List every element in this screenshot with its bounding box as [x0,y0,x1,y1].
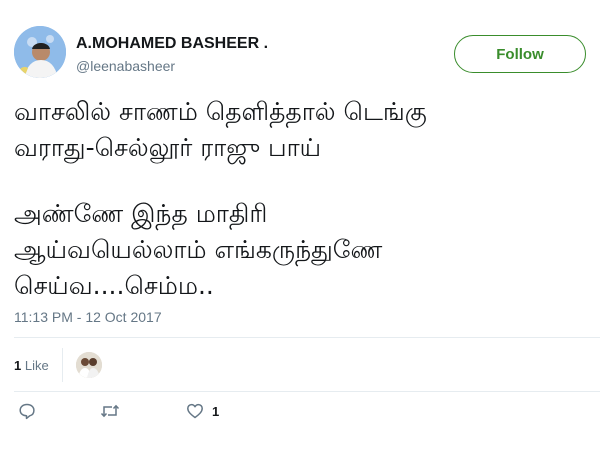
like-button[interactable]: 1 [186,402,219,420]
retweet-button[interactable] [100,402,120,420]
likes-stat[interactable]: 1 Like [14,358,49,373]
tweet-text-line: செய்வ....செம்ம.. [14,271,214,300]
author-handle[interactable]: @leenabasheer [76,58,175,74]
author-name[interactable]: A.MOHAMED BASHEER . [76,35,268,53]
tweet-text-line: அண்ணே இந்த மாதிரி [14,199,268,228]
tweet-text-line: ஆய்வயெல்லாம் எங்கருந்துணே [14,235,383,264]
like-action-count: 1 [212,403,220,419]
avatar-image [14,26,66,78]
follow-button[interactable]: Follow [454,35,586,73]
tweet-timestamp[interactable]: 11:13 PM - 12 Oct 2017 [14,309,162,325]
tweet-text: வாசலில் சாணம் தெளித்தால் டெங்கு வராது-செ… [14,94,589,304]
stats-separator [62,348,63,382]
likes-label: Like [24,358,49,373]
divider [14,391,600,392]
author-avatar[interactable] [14,26,66,78]
divider [14,337,600,338]
tweet-text-line: வாசலில் சாணம் தெளித்தால் டெங்கு [14,97,427,126]
tweet-text-line: வராது-செல்லூர் ராஜு பாய் [14,133,322,162]
heart-icon [187,403,203,419]
retweet-icon [100,404,120,418]
liker-avatar-image [76,352,102,378]
reply-icon [19,403,35,420]
tweet-header: A.MOHAMED BASHEER . @leenabasheer Follow [14,26,586,82]
liker-avatar[interactable] [76,352,102,378]
likes-count: 1 [14,358,22,373]
reply-button[interactable] [18,402,36,420]
